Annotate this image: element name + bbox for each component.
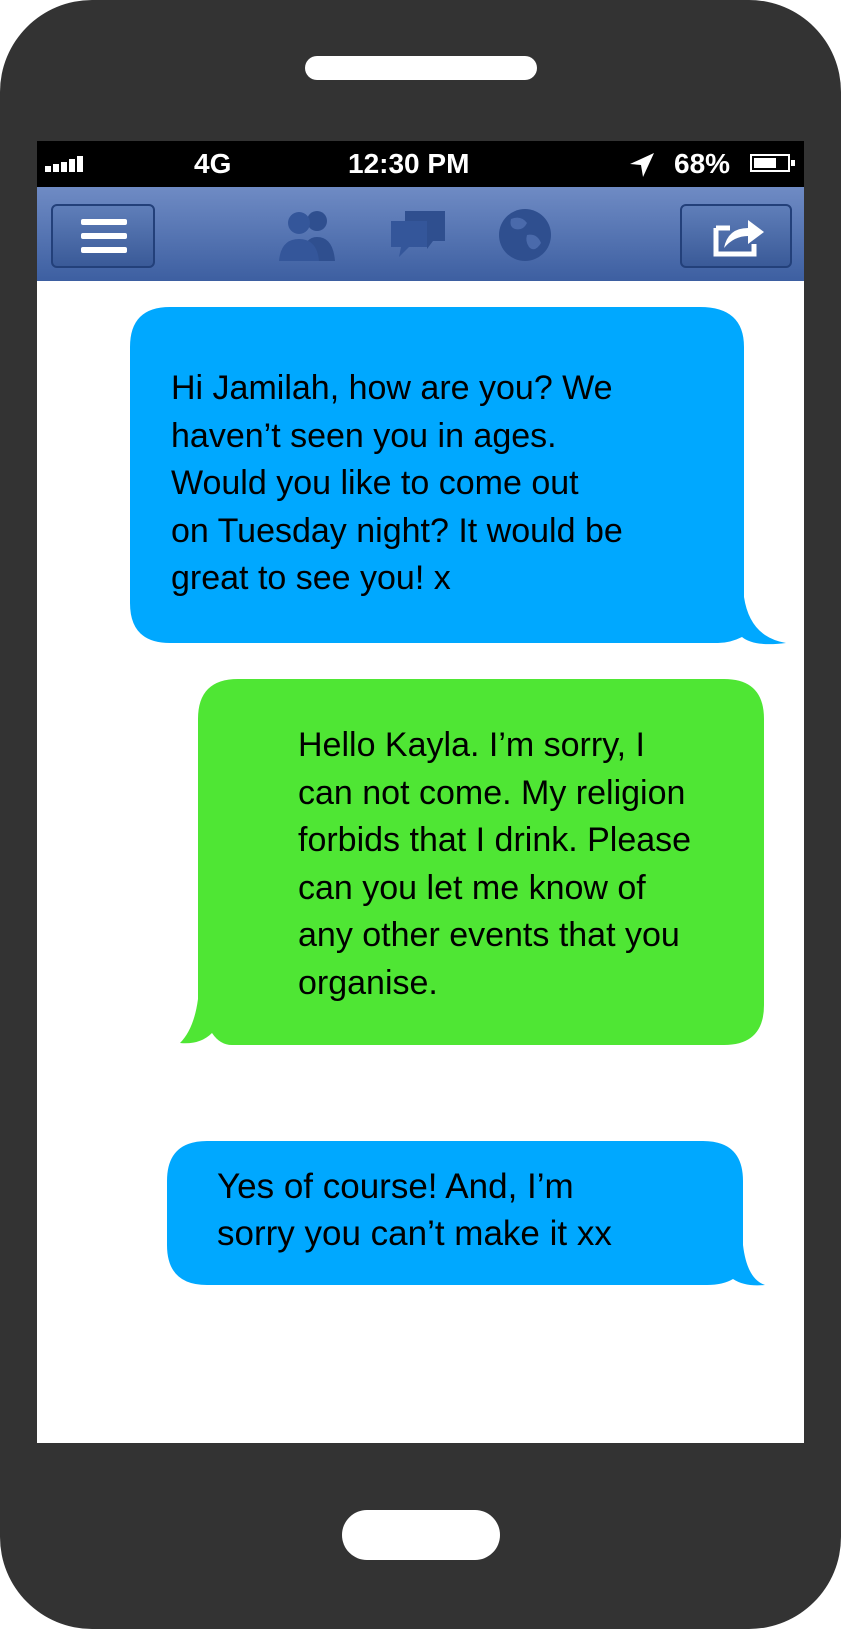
battery-icon — [750, 154, 795, 172]
home-button[interactable] — [342, 1510, 500, 1560]
message-text: Hello Kayla. I’m sorry, I can not come. … — [298, 726, 692, 1002]
friends-icon[interactable] — [277, 207, 341, 263]
battery-tip — [791, 160, 795, 166]
globe-icon[interactable] — [497, 207, 553, 263]
share-button[interactable] — [680, 204, 792, 268]
clock: 12:30 PM — [348, 148, 470, 179]
message-bubble-incoming: Yes of course! And, I’m sorry you can’t … — [167, 1141, 804, 1295]
battery-fill — [754, 158, 776, 168]
menu-icon — [81, 219, 127, 261]
status-bar: 4G 12:30 PM 68% — [37, 141, 804, 187]
speaker-grille — [305, 56, 537, 80]
message-bubble-incoming: Hi Jamilah, how are you? We haven’t seen… — [130, 307, 786, 653]
network-type: 4G — [194, 148, 232, 179]
message-text: Hi Jamilah, how are you? We haven’t seen… — [171, 369, 623, 597]
location-arrow-icon — [630, 153, 654, 177]
message-bubble-outgoing: Hello Kayla. I’m sorry, I can not come. … — [180, 679, 764, 1055]
battery-percent: 68% — [674, 148, 731, 179]
signal-strength-icon — [45, 156, 83, 172]
phone-screen: 4G 12:30 PM 68% Hi Jamilah, how are you?… — [37, 141, 804, 1443]
share-icon — [713, 220, 764, 257]
top-nav-bar — [37, 187, 804, 281]
menu-button[interactable] — [51, 204, 155, 268]
message-text: Yes of course! And, I’m sorry you can’t … — [217, 1167, 612, 1253]
phone-frame: 4G 12:30 PM 68% Hi Jamilah, how are you?… — [0, 0, 841, 1629]
chat-icon[interactable] — [387, 207, 449, 263]
